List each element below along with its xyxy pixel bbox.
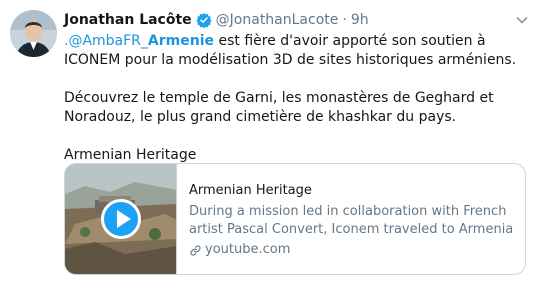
card-title: Armenian Heritage — [189, 183, 312, 198]
tweet-timestamp[interactable]: 9h — [351, 12, 369, 28]
chevron-down-icon[interactable] — [514, 12, 530, 28]
play-icon[interactable] — [100, 199, 141, 239]
link-preview-card[interactable]: Armenian Heritage During a mission led i… — [64, 163, 526, 275]
header-separator: · — [342, 12, 347, 28]
verified-badge-icon — [196, 12, 212, 29]
card-description: During a mission led in collaboration wi… — [189, 204, 514, 237]
tweet-text: .@AmbaFR_Armenie est fière d'avoir appor… — [64, 32, 526, 165]
tweet-paragraph-2: Découvrez le temple de Garni, les monast… — [64, 90, 494, 125]
author-name[interactable]: Jonathan Lacôte — [64, 12, 192, 28]
card-domain: youtube.com — [189, 241, 515, 259]
card-domain-text: youtube.com — [205, 242, 291, 257]
avatar[interactable] — [10, 10, 57, 57]
tweet-content: Jonathan Lacôte @JonathanLacote · 9h .@A… — [64, 10, 528, 165]
author-handle[interactable]: @JonathanLacote — [216, 12, 339, 28]
tweet-header: Jonathan Lacôte @JonathanLacote · 9h — [64, 10, 528, 30]
tweet-paragraph-1: .@AmbaFR_Armenie est fière d'avoir appor… — [64, 33, 517, 68]
link-icon — [189, 244, 202, 257]
card-body: Armenian Heritage During a mission led i… — [177, 164, 525, 274]
card-thumbnail[interactable] — [65, 164, 177, 274]
tweet[interactable]: Jonathan Lacôte @JonathanLacote · 9h .@A… — [0, 0, 537, 282]
mention-link[interactable]: .@AmbaFR_Armenie — [64, 33, 214, 49]
